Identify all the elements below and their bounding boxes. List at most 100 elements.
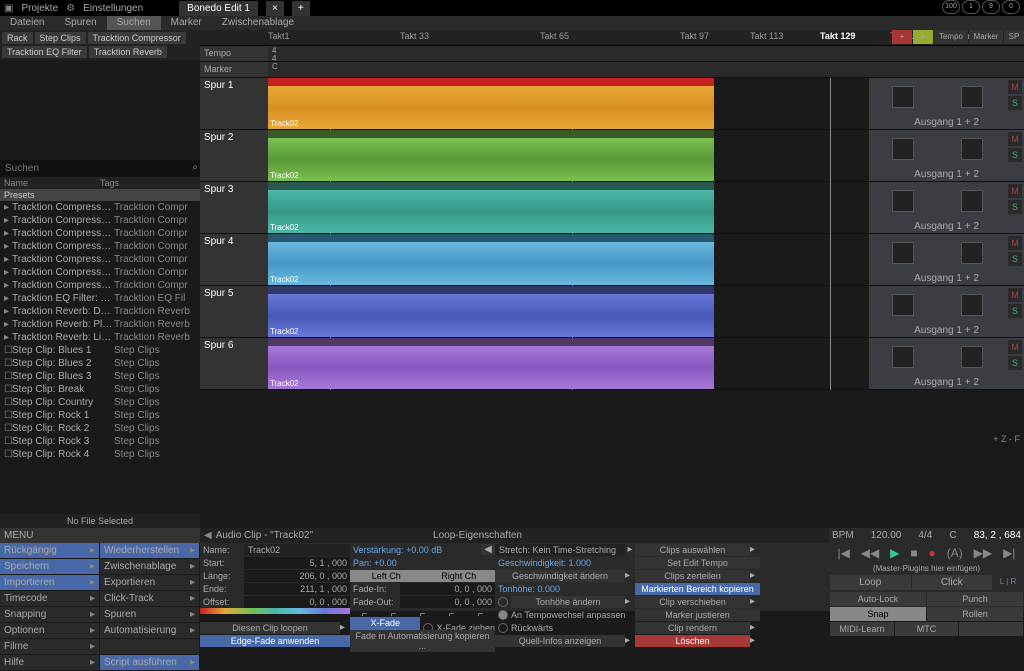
timeline-ruler[interactable]: Takt1 Takt 33 Takt 65 Takt 97 Takt 113 T… — [200, 30, 1024, 46]
extra-button[interactable] — [959, 622, 1023, 636]
audio-clip[interactable]: Track02 — [268, 234, 714, 285]
autolock-button[interactable]: Auto-Lock — [830, 592, 926, 606]
solo-button[interactable]: S — [1008, 96, 1022, 110]
track-arrangement[interactable]: Track02 — [268, 182, 869, 233]
stop-button[interactable]: ■ — [910, 546, 917, 560]
menu-item[interactable]: Snapping▸ — [0, 607, 100, 623]
preset-row[interactable]: ☐Step Clip: Rock 2Step Clips — [0, 422, 200, 435]
menu-item[interactable]: Rückgängig▸ — [0, 543, 100, 559]
solo-button[interactable]: S — [1008, 200, 1022, 214]
track-arrangement[interactable]: Track02 — [268, 286, 869, 337]
copy-range-button[interactable]: Markierten Bereich kopieren — [635, 583, 760, 595]
output-label[interactable]: Ausgang 1 + 2 — [869, 116, 1024, 129]
chevron-right-icon[interactable]: ▸ — [625, 596, 635, 607]
mute-button[interactable]: M — [1008, 288, 1022, 302]
speed-change-button[interactable]: Geschwindigkeit ändern — [495, 570, 625, 582]
menu-search[interactable]: Suchen — [107, 16, 161, 30]
preset-row[interactable]: ☐Step Clip: Rock 3Step Clips — [0, 435, 200, 448]
menu-item[interactable]: Speichern▸ — [0, 559, 100, 575]
edge-fade-button[interactable]: Edge-Fade anwenden — [200, 635, 350, 647]
tempo-checkbox[interactable] — [498, 610, 508, 620]
track-header[interactable]: Spur 1 — [200, 78, 268, 129]
pan-knob[interactable] — [961, 138, 983, 160]
punch-button[interactable]: Punch — [927, 592, 1023, 606]
move-clip-button[interactable]: Clip verschieben — [635, 596, 750, 608]
preset-row[interactable]: ▸Tracktion Compressor: DrumsTracktion Co… — [0, 227, 200, 240]
menu-item[interactable]: Importieren▸ — [0, 575, 100, 591]
pan-knob[interactable] — [961, 190, 983, 212]
menu-item[interactable]: Wiederherstellen▸ — [100, 543, 200, 559]
reverse-checkbox[interactable] — [498, 623, 508, 633]
marker-button[interactable]: Marker — [969, 30, 1003, 44]
preset-row[interactable]: ▸Tracktion Compressor: Real...Tracktion … — [0, 253, 200, 266]
document-tab[interactable]: Bonedo Edit 1 — [179, 1, 258, 16]
mute-button[interactable]: M — [1008, 184, 1022, 198]
loop-button[interactable]: Loop — [830, 575, 911, 590]
record-marker-button[interactable]: + — [892, 30, 912, 44]
track-header[interactable]: Spur 6 — [200, 338, 268, 389]
solo-button[interactable]: S — [1008, 148, 1022, 162]
presets-header[interactable]: Presets — [0, 189, 200, 201]
preset-row[interactable]: ☐Step Clip: Blues 1Step Clips — [0, 344, 200, 357]
stretch-field[interactable]: Stretch: Kein Time-Stretching — [495, 544, 625, 556]
track-arrangement[interactable]: Track02 — [268, 338, 869, 389]
pan-field[interactable]: Pan: +0.00 — [350, 557, 495, 569]
tag-compressor[interactable]: Tracktion Compressor — [88, 32, 186, 44]
start-value[interactable]: 5, 1 , 000 — [244, 557, 350, 569]
midi-learn-button[interactable]: MIDI-Learn — [830, 622, 894, 636]
tag-stepclips[interactable]: Step Clips — [35, 32, 86, 44]
audio-clip[interactable]: Track02 — [268, 130, 714, 181]
tempo-button[interactable]: Tempo — [934, 30, 968, 44]
preset-row[interactable]: ☐Step Clip: Rock 4Step Clips — [0, 448, 200, 461]
fadein-value[interactable]: 0, 0 , 000 — [400, 583, 495, 595]
click-button[interactable]: Click — [912, 575, 993, 590]
chevron-right-icon[interactable]: ▸ — [625, 544, 635, 555]
chevron-right-icon[interactable]: ▸ — [625, 570, 635, 581]
menu-item[interactable] — [100, 639, 200, 655]
adjust-marker-button[interactable]: Marker justieren — [635, 609, 760, 621]
pitch-change-button[interactable]: Tonhöhe ändern — [511, 596, 625, 608]
volume-knob[interactable] — [892, 138, 914, 160]
tag-reverb[interactable]: Tracktion Reverb — [89, 46, 167, 58]
rewind-button[interactable]: ◀◀ — [861, 546, 879, 560]
volume-knob[interactable] — [892, 86, 914, 108]
menu-item[interactable]: Spuren▸ — [100, 607, 200, 623]
track-header[interactable]: Spur 2 — [200, 130, 268, 181]
split-clips-button[interactable]: Clips zerteilen — [635, 570, 750, 582]
forward-end-button[interactable]: ▶| — [1003, 546, 1015, 560]
solo-button[interactable]: S — [1008, 304, 1022, 318]
snap-button[interactable]: Snap — [830, 607, 926, 621]
right-ch-button[interactable]: Right Ch — [423, 570, 496, 582]
mute-button[interactable]: M — [1008, 340, 1022, 354]
menu-item[interactable]: Script ausführen▸ — [100, 655, 200, 671]
mute-button[interactable]: M — [1008, 80, 1022, 94]
menu-item[interactable]: Filme▸ — [0, 639, 100, 655]
chevron-right-icon[interactable]: ▸ — [750, 544, 760, 555]
preset-row[interactable]: ☐Step Clip: Blues 3Step Clips — [0, 370, 200, 383]
tag-eqfilter[interactable]: Tracktion EQ Filter — [2, 46, 87, 58]
pitch-checkbox[interactable] — [498, 597, 508, 607]
pitch-field[interactable]: Tonhöhe: 0.000 — [495, 583, 635, 595]
zoom-fit-label[interactable]: + Z - F — [993, 434, 1020, 444]
preset-row[interactable]: ☐Step Clip: Rock 1Step Clips — [0, 409, 200, 422]
preset-row[interactable]: ☐Step Clip: CountryStep Clips — [0, 396, 200, 409]
render-clip-button[interactable]: Clip rendern — [635, 622, 750, 634]
mtc-button[interactable]: MTC — [895, 622, 959, 636]
chevron-right-icon[interactable]: ▸ — [625, 635, 635, 646]
length-value[interactable]: 206, 0 , 000 — [244, 570, 350, 582]
time-sig[interactable]: 4/4 — [918, 530, 932, 541]
track-header[interactable]: Spur 3 — [200, 182, 268, 233]
preset-row[interactable]: ☐Step Clip: BreakStep Clips — [0, 383, 200, 396]
output-label[interactable]: Ausgang 1 + 2 — [869, 272, 1024, 285]
tag-rack[interactable]: Rack — [2, 32, 33, 44]
loop-clip-button[interactable]: Diesen Clip loopen — [200, 622, 340, 634]
preset-row[interactable]: ▸Tracktion Reverb: Light Rev...Tracktion… — [0, 331, 200, 344]
menu-item[interactable]: Zwischenablage▸ — [100, 559, 200, 575]
fade-auto-button[interactable]: Fade in Automatisierung kopieren ... — [350, 630, 495, 652]
menu-item[interactable]: Hilfe▸ — [0, 655, 100, 671]
preset-row[interactable]: ▸Tracktion EQ Filter: Vocal-Te...Trackti… — [0, 292, 200, 305]
output-label[interactable]: Ausgang 1 + 2 — [869, 376, 1024, 389]
chevron-right-icon[interactable]: ▸ — [750, 570, 760, 581]
volume-knob[interactable] — [892, 346, 914, 368]
record-button[interactable]: ● — [929, 546, 936, 560]
